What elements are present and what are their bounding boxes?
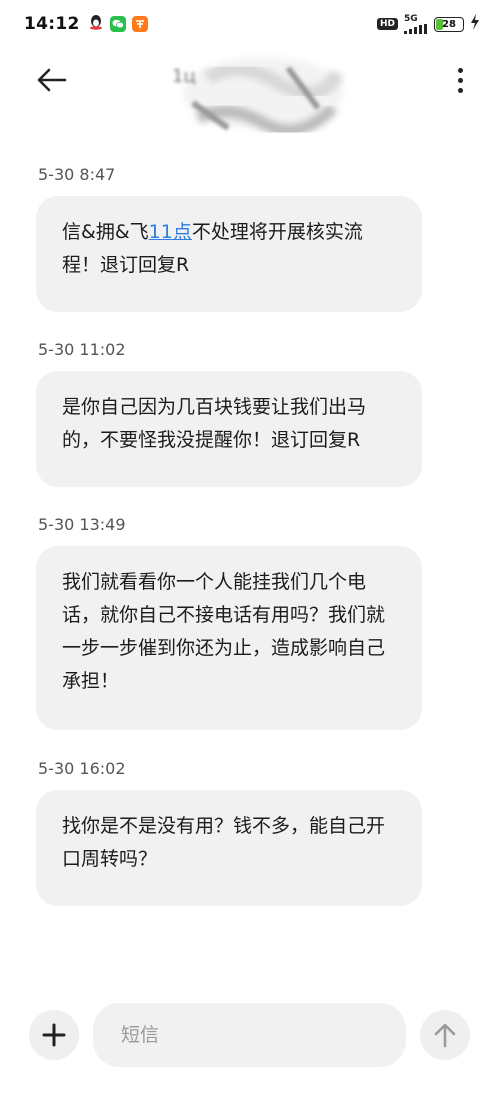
message-timestamp: 5-30 13:49 (38, 515, 126, 534)
time-link[interactable]: 11点 (149, 221, 192, 243)
message-bubble[interactable]: 我们就看看你一个人能挂我们几个电话，就你自己不接电话有用吗？我们就一步一步催到你… (36, 546, 422, 730)
more-dot-icon (457, 77, 463, 83)
network-type: 5G (404, 13, 418, 24)
status-notification-icons (88, 14, 148, 34)
message-timestamp: 5-30 11:02 (38, 340, 126, 359)
message-text: 找你是不是没有用？钱不多，能自己开口周转吗？ (62, 815, 386, 870)
back-arrow-icon (37, 68, 67, 92)
message-bubble[interactable]: 是你自己因为几百块钱要让我们出马的，不要怪我没提醒你！退订回复R (36, 371, 422, 487)
battery-level: 28 (442, 18, 456, 30)
message-bubble[interactable]: 找你是不是没有用？钱不多，能自己开口周转吗？ (36, 790, 422, 906)
arrow-up-icon (434, 1023, 456, 1048)
send-button[interactable] (420, 1010, 470, 1060)
message-text: 是你自己因为几百块钱要让我们出马的，不要怪我没提醒你！退订回复R (62, 396, 367, 451)
contact-name-blurred[interactable]: 1ц (168, 48, 358, 138)
qq-icon (88, 14, 104, 34)
wechat-icon (109, 16, 126, 32)
status-right-icons: HD 5G 28 (376, 0, 480, 48)
message-timestamp: 5-30 16:02 (38, 759, 126, 778)
compose-bar (0, 1000, 500, 1072)
more-dot-icon (457, 87, 463, 93)
status-time: 14:12 (24, 14, 80, 34)
message-text: 我们就看看你一个人能挂我们几个电话，就你自己不接电话有用吗？我们就一步一步催到你… (62, 571, 386, 692)
more-dot-icon (457, 67, 463, 73)
conversation-header: 1ц (0, 48, 500, 138)
charging-icon (470, 14, 480, 34)
back-button[interactable] (30, 64, 74, 96)
message-timestamp: 5-30 8:47 (38, 165, 116, 184)
message-input-container[interactable] (93, 1003, 406, 1067)
taobao-icon (131, 16, 148, 32)
add-attachment-button[interactable] (29, 1010, 79, 1060)
signal-indicator: 5G (404, 13, 428, 34)
more-options-button[interactable] (450, 62, 470, 98)
message-text: 信&拥&飞 (62, 221, 149, 243)
battery-icon: 28 (434, 16, 464, 32)
signal-bars-icon (404, 23, 427, 34)
message-input[interactable] (121, 1024, 381, 1046)
hd-badge: HD (376, 18, 398, 30)
status-bar: 14:12 HD 5G 28 (0, 0, 500, 48)
plus-icon (42, 1023, 66, 1047)
contact-name-partial: 1ц (172, 66, 196, 87)
message-bubble[interactable]: 信&拥&飞11点不处理将开展核实流程！退订回复R (36, 196, 422, 312)
